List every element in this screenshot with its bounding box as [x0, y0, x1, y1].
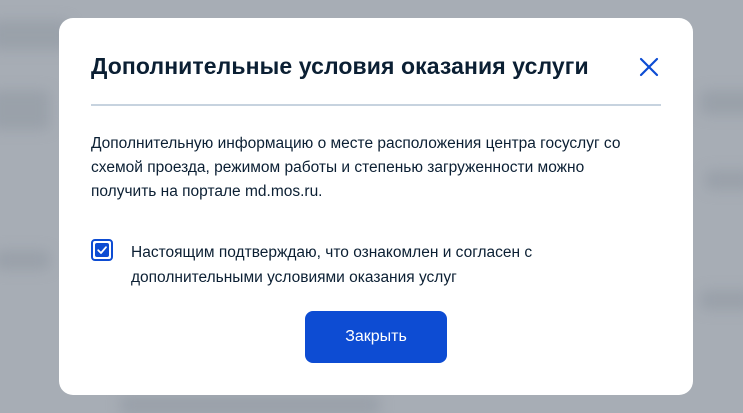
- checkmark-icon: [97, 246, 107, 254]
- agreement-checkbox[interactable]: [91, 239, 113, 261]
- close-dialog-button[interactable]: [636, 54, 662, 80]
- additional-conditions-dialog: Дополнительные условия оказания услуги Д…: [59, 18, 693, 395]
- checkbox-checked-fill: [95, 243, 109, 257]
- dialog-title: Дополнительные условия оказания услуги: [91, 53, 589, 79]
- close-button[interactable]: Закрыть: [305, 311, 447, 363]
- close-icon: [639, 57, 659, 77]
- agreement-checkbox-label[interactable]: Настоящим подтверждаю, что ознакомлен и …: [131, 240, 601, 290]
- dialog-body-text: Дополнительную информацию о месте распол…: [91, 135, 621, 200]
- title-divider: [91, 104, 661, 106]
